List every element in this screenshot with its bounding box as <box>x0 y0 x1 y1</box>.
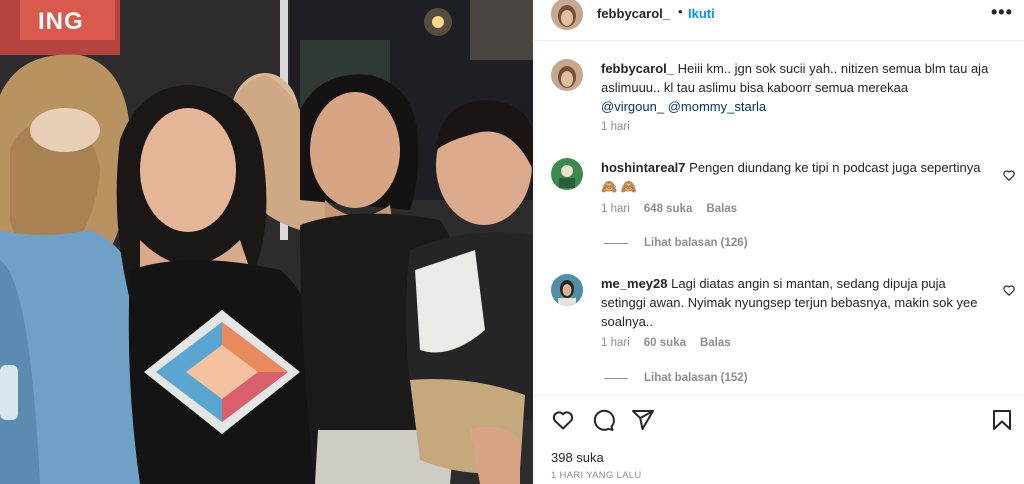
mention-link[interactable]: @mommy_starla <box>668 99 766 114</box>
replies-line <box>604 242 628 244</box>
author-username[interactable]: febbycarol_ <box>597 6 670 21</box>
comment-username[interactable]: hoshintareal7 <box>601 160 686 175</box>
share-icon[interactable] <box>631 408 655 432</box>
comment-username[interactable]: me_mey28 <box>601 276 668 291</box>
view-replies-button[interactable]: Lihat balasan (152) <box>604 372 748 384</box>
comment-like-heart-icon[interactable] <box>1002 283 1016 297</box>
comments-section: febbycarol_ Heiii km.. jgn sok sucii yah… <box>535 41 1024 393</box>
comment-likes[interactable]: 60 suka <box>644 337 686 349</box>
post-sidebar: febbycarol_ • Ikuti ••• febbycarol_ Heii… <box>534 0 1024 484</box>
comment-text: hoshintareal7 Pengen diundang ke tipi n … <box>601 158 989 196</box>
reply-button[interactable]: Balas <box>700 337 731 349</box>
separator-dot: • <box>678 4 683 19</box>
reply-button[interactable]: Balas <box>706 203 737 215</box>
comment-time[interactable]: 1 hari <box>601 203 630 215</box>
comment-time[interactable]: 1 hari <box>601 337 630 349</box>
post-photo[interactable]: ING <box>0 0 533 484</box>
caption-text: febbycarol_ Heiii km.. jgn sok sucii yah… <box>601 59 989 116</box>
comment-meta: 1 hari 60 suka Balas <box>601 337 731 349</box>
post-timestamp[interactable]: 1 HARI YANG LALU <box>551 470 642 481</box>
comment-text: me_mey28 Lagi diatas angin si mantan, se… <box>601 274 989 331</box>
author-avatar[interactable] <box>551 0 583 30</box>
view-replies-label: Lihat balasan (126) <box>644 237 748 249</box>
comment-meta: 1 hari 648 suka Balas <box>601 203 737 215</box>
author-avatar-image <box>551 0 583 30</box>
action-bar <box>535 404 1024 436</box>
heart-icon[interactable] <box>551 408 575 432</box>
follow-button[interactable]: Ikuti <box>688 6 715 21</box>
photo-illustration <box>0 0 533 484</box>
caption-avatar-image <box>551 59 583 91</box>
caption-time[interactable]: 1 hari <box>601 121 630 133</box>
caption-meta: 1 hari <box>601 121 630 133</box>
view-replies-label: Lihat balasan (152) <box>644 372 748 384</box>
comment-avatar[interactable] <box>551 158 583 190</box>
caption-username[interactable]: febbycarol_ <box>601 61 674 76</box>
photo-sign-text: ING <box>38 8 84 35</box>
comment-icon[interactable] <box>591 408 615 432</box>
like-count[interactable]: 398 suka <box>551 450 604 465</box>
actions-divider <box>535 395 1024 396</box>
bookmark-icon[interactable] <box>990 408 1014 432</box>
post-header: febbycarol_ • Ikuti ••• <box>535 0 1024 30</box>
comment-likes[interactable]: 648 suka <box>644 203 693 215</box>
view-replies-button[interactable]: Lihat balasan (126) <box>604 237 748 249</box>
replies-line <box>604 377 628 379</box>
comment-like-heart-icon[interactable] <box>1002 168 1016 182</box>
caption-avatar[interactable] <box>551 59 583 91</box>
more-horizontal-icon[interactable]: ••• <box>991 2 1013 23</box>
mention-link[interactable]: @virgoun_ <box>601 99 664 114</box>
comment-avatar[interactable] <box>551 274 583 306</box>
comment-avatar-image <box>551 274 583 306</box>
comment-avatar-image <box>551 158 583 190</box>
